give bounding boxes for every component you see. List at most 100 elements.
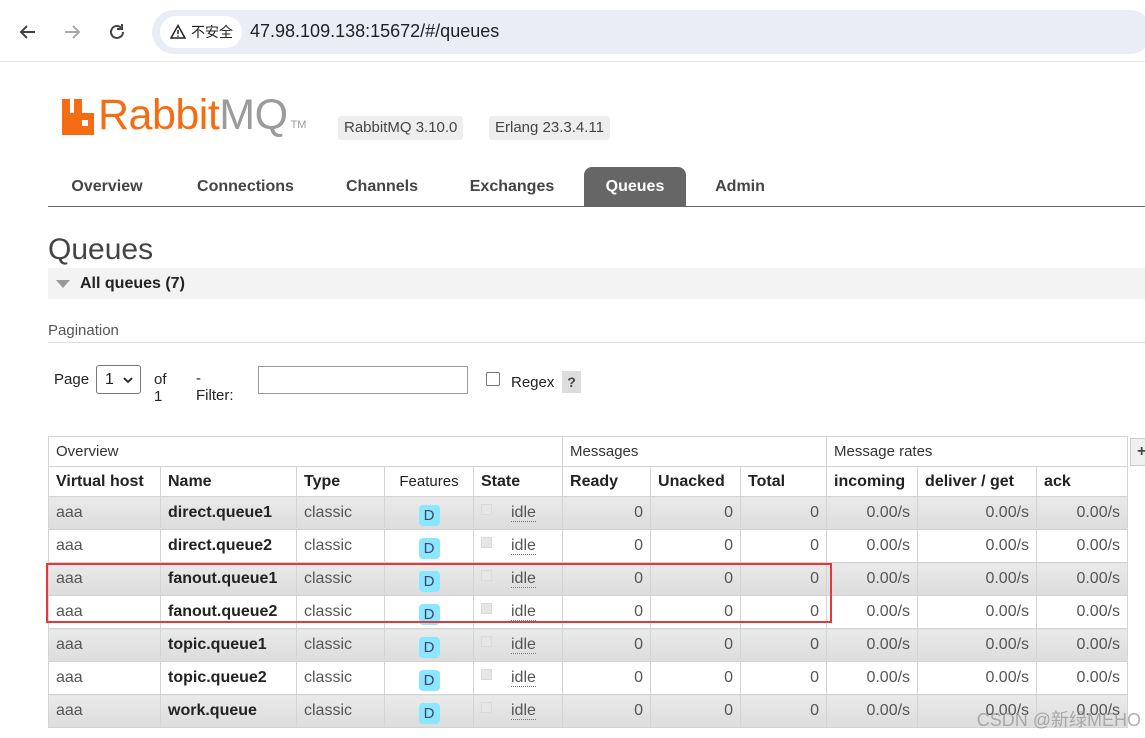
cell-deliver-get: 0.00/s	[917, 595, 1038, 629]
state-indicator-icon	[481, 537, 492, 548]
page-label: Page	[54, 371, 90, 388]
state-indicator-icon	[481, 504, 492, 515]
state-label: idle	[511, 636, 536, 654]
cell-vhost: aaa	[48, 628, 161, 662]
address-bar[interactable]: 不安全 47.98.109.138:15672/#/queues	[152, 10, 1145, 54]
cell-total: 0	[740, 529, 828, 563]
erlang-version-badge: Erlang 23.3.4.11	[489, 116, 610, 140]
cell-ready: 0	[562, 628, 652, 662]
cell-vhost: aaa	[48, 694, 161, 728]
tab-channels[interactable]: Channels	[328, 167, 436, 206]
forward-button[interactable]	[56, 16, 88, 48]
page-select[interactable]: 1	[96, 365, 141, 394]
cell-features: D	[384, 496, 474, 530]
table-row: aaa direct.queue1 classic D idle 0 0 0 0…	[48, 496, 1129, 530]
reload-button[interactable]	[101, 16, 133, 48]
cell-deliver-get: 0.00/s	[917, 529, 1038, 563]
tab-exchanges[interactable]: Exchanges	[452, 167, 572, 206]
queue-name-link[interactable]: work.queue	[160, 694, 297, 728]
col-total[interactable]: Total	[740, 466, 828, 497]
reload-icon	[110, 24, 124, 39]
queue-name-link[interactable]: direct.queue1	[160, 496, 297, 530]
cell-type: classic	[296, 529, 385, 563]
all-queues-toggle[interactable]: All queues (7)	[48, 268, 1145, 299]
page-title: Queues	[48, 233, 154, 266]
cell-unacked: 0	[650, 529, 742, 563]
rabbitmq-logo[interactable]: Rabbit MQ TM	[62, 91, 306, 139]
cell-incoming: 0.00/s	[826, 694, 919, 728]
collapse-triangle-icon	[56, 279, 70, 288]
state-label: idle	[511, 537, 536, 555]
cell-incoming: 0.00/s	[826, 496, 919, 530]
cell-incoming: 0.00/s	[826, 595, 919, 629]
main-tabs: Overview Connections Channels Exchanges …	[48, 167, 1145, 207]
arrow-right-icon	[65, 25, 81, 39]
cell-vhost: aaa	[48, 496, 161, 530]
cell-deliver-get: 0.00/s	[917, 628, 1038, 662]
col-deliver-get[interactable]: deliver / get	[917, 466, 1038, 497]
col-ready[interactable]: Ready	[562, 466, 652, 497]
col-incoming[interactable]: incoming	[826, 466, 919, 497]
durable-badge: D	[418, 637, 440, 658]
page-of-label: of 1	[154, 371, 167, 405]
state-label: idle	[511, 669, 536, 687]
cell-ready: 0	[562, 529, 652, 563]
cell-vhost: aaa	[48, 529, 161, 563]
col-ack[interactable]: ack	[1036, 466, 1129, 497]
tab-queues[interactable]: Queues	[584, 167, 686, 206]
tab-overview[interactable]: Overview	[48, 167, 166, 206]
cell-ready: 0	[562, 496, 652, 530]
url-text[interactable]: 47.98.109.138:15672/#/queues	[250, 21, 499, 42]
browser-toolbar: 不安全 47.98.109.138:15672/#/queues	[0, 0, 1145, 62]
table-row: aaa topic.queue1 classic D idle 0 0 0 0.…	[48, 628, 1129, 662]
cell-ack: 0.00/s	[1036, 562, 1129, 596]
rabbitmq-version-badge: RabbitMQ 3.10.0	[338, 116, 464, 140]
group-message-rates: Message rates	[826, 436, 1129, 467]
cell-total: 0	[740, 661, 828, 695]
tab-connections[interactable]: Connections	[178, 167, 313, 206]
col-state[interactable]: State	[472, 466, 564, 497]
cell-deliver-get: 0.00/s	[917, 496, 1038, 530]
col-name[interactable]: Name	[160, 466, 297, 497]
state-label: idle	[511, 504, 536, 522]
cell-incoming: 0.00/s	[826, 562, 919, 596]
queue-name-link[interactable]: direct.queue2	[160, 529, 297, 563]
filter-input[interactable]	[258, 366, 468, 394]
cell-features: D	[384, 694, 474, 728]
cell-features: D	[384, 628, 474, 662]
queue-name-link[interactable]: topic.queue1	[160, 628, 297, 662]
tab-admin[interactable]: Admin	[700, 167, 780, 206]
cell-state: idle	[472, 529, 564, 563]
table-row: aaa work.queue classic D idle 0 0 0 0.00…	[48, 694, 1129, 728]
column-options-button[interactable]: +	[1130, 438, 1145, 466]
durable-badge: D	[418, 703, 440, 724]
back-button[interactable]	[12, 16, 44, 48]
col-type[interactable]: Type	[296, 466, 385, 497]
regex-help-button[interactable]: ?	[562, 371, 581, 393]
col-features: Features	[384, 466, 474, 497]
col-virtual-host[interactable]: Virtual host	[48, 466, 161, 497]
regex-label: Regex	[511, 374, 555, 391]
cell-vhost: aaa	[48, 661, 161, 695]
state-indicator-icon	[481, 669, 492, 680]
state-indicator-icon	[481, 636, 492, 647]
regex-checkbox[interactable]	[486, 372, 500, 386]
page-select-value: 1	[105, 370, 114, 388]
table-row: aaa topic.queue2 classic D idle 0 0 0 0.…	[48, 661, 1129, 695]
group-messages: Messages	[562, 436, 828, 467]
cell-features: D	[384, 529, 474, 563]
durable-badge: D	[418, 505, 440, 526]
cell-unacked: 0	[650, 661, 742, 695]
cell-ready: 0	[562, 694, 652, 728]
col-unacked[interactable]: Unacked	[650, 466, 742, 497]
arrow-left-icon	[19, 25, 35, 39]
table-row: aaa direct.queue2 classic D idle 0 0 0 0…	[48, 529, 1129, 563]
security-indicator[interactable]: 不安全	[160, 16, 242, 48]
cell-unacked: 0	[650, 496, 742, 530]
cell-state: idle	[472, 496, 564, 530]
logo-rabbit-text: Rabbit	[98, 91, 220, 139]
state-label: idle	[511, 702, 536, 720]
cell-state: idle	[472, 694, 564, 728]
queue-name-link[interactable]: topic.queue2	[160, 661, 297, 695]
cell-state: idle	[472, 661, 564, 695]
